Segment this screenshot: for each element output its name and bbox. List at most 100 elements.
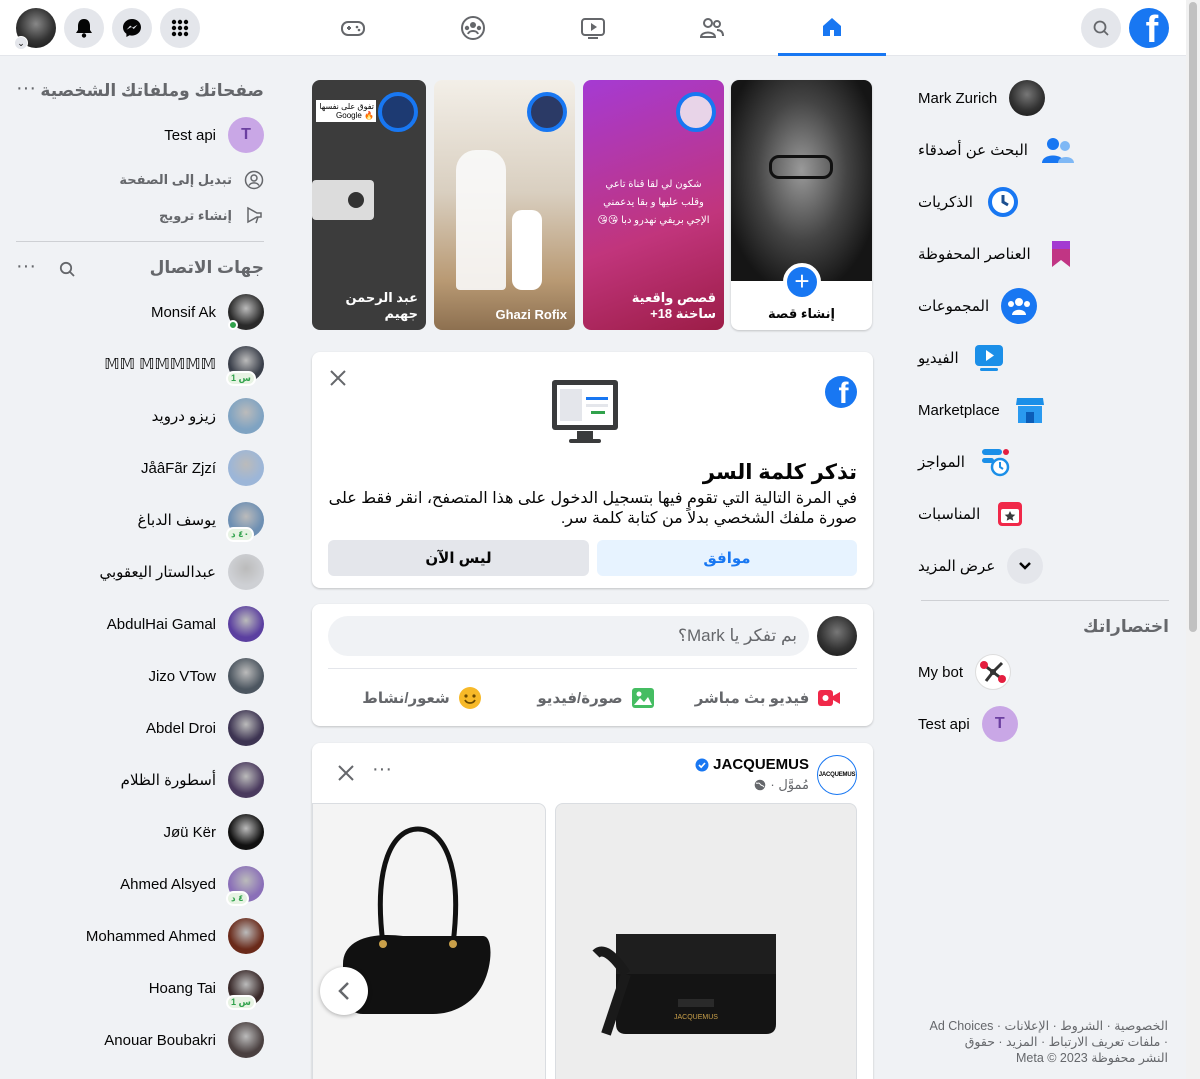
plus-icon[interactable]: + [783, 263, 821, 301]
contact-item[interactable]: Hoang Tai 1 س [16, 962, 264, 1014]
contact-item[interactable]: أسطورة الظلام [16, 754, 264, 806]
last-active-badge: ٤٠ د [226, 527, 255, 542]
facebook-logo-icon[interactable]: f [1129, 8, 1169, 48]
shortcuts-title: اختصاراتك [1083, 617, 1169, 636]
search-icon[interactable] [1081, 8, 1121, 48]
page-scrollbar[interactable] [1186, 0, 1200, 1079]
contact-avatar [228, 450, 264, 486]
not-now-button[interactable]: ليس الآن [328, 540, 589, 576]
tab-groups[interactable] [419, 0, 527, 56]
tab-home[interactable] [778, 0, 886, 56]
contact-name: زيزو درويد [151, 408, 216, 425]
nav-item-groups[interactable]: المجموعات [918, 280, 1182, 332]
contact-avatar: 1 س [226, 970, 264, 1010]
pages-more-icon[interactable]: ··· [14, 78, 38, 98]
nav-item-marketplace[interactable]: Marketplace [918, 384, 1182, 436]
shortcut-my-bot[interactable]: My bot [918, 646, 1182, 698]
story-card[interactable]: شكون لي لقا قناة تاعي وقلب عليها و بقا ي… [583, 80, 724, 330]
profile-avatar [1009, 80, 1046, 116]
live-video-button[interactable]: فيديو بث مباشر [688, 680, 848, 716]
contact-name: Mohammed Ahmed [85, 927, 216, 945]
switch-to-page-button[interactable]: تبديل إلى الصفحة [119, 168, 264, 192]
photo-video-button[interactable]: صورة/فيديو [516, 680, 676, 716]
footer-line[interactable]: الخصوصية · الشروط · الإعلانات · Ad Choic… [908, 1018, 1169, 1034]
messenger-icon[interactable] [112, 8, 152, 48]
story-photo-figure [456, 150, 506, 290]
live-video-icon [818, 690, 841, 706]
story-card[interactable]: Ghazi Rofix [434, 80, 575, 330]
account-avatar[interactable]: ⌄ [14, 8, 56, 50]
video-icon [971, 340, 1007, 376]
nav-item-memories[interactable]: الذكريات [918, 176, 1182, 228]
groups-icon [461, 16, 485, 40]
story-name: عبد الرحمن جهيم [345, 290, 418, 321]
contact-item[interactable]: Jizo VTow [16, 650, 264, 702]
contact-item[interactable]: Abdel Droi [16, 702, 264, 754]
watch-icon [581, 18, 605, 39]
contact-avatar [228, 918, 264, 954]
contact-name: Monsif Ak [150, 303, 216, 321]
bell-icon[interactable] [64, 8, 104, 48]
sponsored-label[interactable]: مُموَّل · [770, 777, 809, 793]
nav-item-profile[interactable]: Mark Zurich [918, 72, 1182, 124]
contact-item[interactable]: Monsif Ak [16, 286, 264, 338]
nav-item-saved[interactable]: العناصر المحفوظة [918, 228, 1182, 280]
contacts-search-icon[interactable] [59, 261, 77, 279]
contact-avatar [228, 554, 264, 590]
tab-friends[interactable] [658, 0, 766, 56]
carousel-prev-button[interactable] [320, 967, 368, 1015]
tab-gaming[interactable] [299, 0, 407, 56]
megaphone-icon [247, 206, 262, 224]
create-promotion-button[interactable]: إنشاء ترويج [159, 204, 264, 228]
contact-item[interactable]: يوسف الدباغ ٤٠ د [16, 494, 264, 546]
contact-name: يوسف الدباغ [137, 512, 217, 529]
post-close-icon[interactable] [334, 761, 358, 785]
contact-item[interactable]: Ahmed Alsyed ٤ د [16, 858, 264, 910]
shortcut-label: My bot [918, 663, 964, 681]
shortcut-test-api[interactable]: T Test api [918, 698, 1182, 750]
nav-item-see-more[interactable]: عرض المزيد [918, 540, 1182, 592]
nav-item-label: المجموعات [918, 298, 990, 315]
bot-avatar [975, 654, 1012, 690]
scrollbar-thumb[interactable] [1189, 2, 1197, 632]
contact-item[interactable]: 𝕄𝕄 𝕄𝕄𝕄𝕄𝕄 1 س [16, 338, 264, 390]
carousel-item[interactable] [312, 803, 546, 1079]
post-author[interactable]: JACQUEMUS [713, 756, 809, 773]
ok-button[interactable]: موافق [597, 540, 857, 576]
contact-item[interactable]: JåâFãr Zjzí [16, 442, 264, 494]
contact-item[interactable]: زيزو درويد [16, 390, 264, 442]
tab-watch[interactable] [539, 0, 647, 56]
contact-item[interactable]: Jøü Kër [16, 806, 264, 858]
nav-item-find-friends[interactable]: البحث عن أصدقاء [918, 124, 1182, 176]
nav-item-events[interactable]: المناسبات [918, 488, 1182, 540]
nav-item-feeds[interactable]: المواجز [918, 436, 1182, 488]
contact-item[interactable]: AbdulHai Gamal [16, 598, 264, 650]
card-title: تذكر كلمة السر [702, 461, 857, 484]
page-item-test-api[interactable]: Test api T [16, 109, 264, 161]
user-avatar [817, 616, 857, 656]
story-card[interactable]: تفوق على نفسها 🔥 Google عبد الرحمن جهيم [312, 80, 426, 330]
contact-avatar [228, 1022, 264, 1058]
facebook-logo-icon: f [825, 376, 857, 408]
carousel-item[interactable]: JACQUEMUS [555, 803, 857, 1079]
page-name: Test api [164, 126, 216, 144]
contact-item[interactable]: Mohammed Ahmed [16, 910, 264, 962]
friends-icon [699, 18, 724, 38]
brand-avatar[interactable]: JACQUEMUS [817, 755, 857, 795]
feeds-icon [977, 444, 1013, 480]
post-more-icon[interactable]: ··· [370, 759, 394, 783]
close-icon[interactable] [326, 366, 350, 390]
pages-title: صفحاتك وملفاتك الشخصية [40, 81, 264, 100]
nav-item-video[interactable]: الفيديو [918, 332, 1182, 384]
footer-links: الخصوصية · الشروط · الإعلانات · Ad Choic… [908, 1018, 1169, 1066]
footer-line[interactable]: · ملفات تعريف الارتباط · المزيد · حقوق [908, 1034, 1168, 1050]
menu-grid-icon[interactable] [160, 8, 200, 48]
composer-input[interactable]: بم تفكر يا Mark؟ [328, 616, 809, 656]
contact-item[interactable]: Anouar Boubakri [16, 1014, 264, 1066]
top-navigation-bar: f ⌄ [0, 0, 1186, 56]
contacts-more-icon[interactable]: ··· [14, 256, 38, 276]
story-create[interactable]: + إنشاء قصة [731, 80, 872, 330]
feeling-activity-button[interactable]: شعور/نشاط [342, 680, 502, 716]
contact-item[interactable]: عبدالستار اليعقوبي [16, 546, 264, 598]
brand-logo-text: JACQUEMUS [818, 772, 856, 778]
